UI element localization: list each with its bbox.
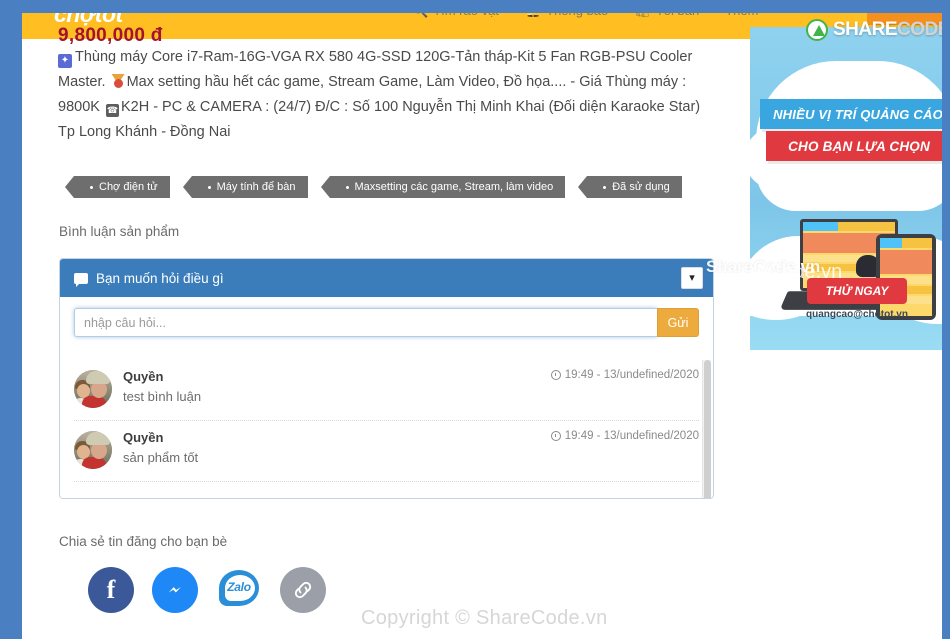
tag-label: Chợ điện tử bbox=[99, 181, 158, 193]
share-facebook-icon[interactable]: f bbox=[88, 567, 134, 613]
comment-bubble-icon bbox=[74, 272, 88, 287]
tag-chip[interactable]: Chợ điện tử bbox=[65, 176, 170, 198]
share-section-title: Chia sẻ tin đăng cho bạn bè bbox=[59, 534, 228, 549]
tag-bullet-icon bbox=[603, 185, 607, 189]
nav-item-more[interactable]: Thêm bbox=[725, 13, 758, 18]
nav-item-search[interactable]: 🔍 Tìm rao vặt bbox=[412, 13, 499, 18]
tag-chip[interactable]: Đã sử dụng bbox=[578, 176, 682, 198]
avatar bbox=[74, 370, 112, 408]
nav-item-notifications[interactable]: 🔔 Thông báo bbox=[525, 13, 608, 18]
nav-label: Thêm bbox=[725, 13, 758, 18]
watermark-copyright: Copyright © ShareCode.vn bbox=[361, 607, 608, 629]
medal-icon bbox=[112, 74, 125, 88]
bag-icon: 🛍 bbox=[634, 13, 651, 17]
page-root: chợtốt 🔍 Tìm rao vặt 🔔 Thông báo 🛍 Tôi b… bbox=[0, 0, 950, 639]
scrollbar-thumb[interactable] bbox=[704, 360, 711, 498]
listing-description: ✦ Thùng máy Core i7-Ram-16G-VGA RX 580 4G… bbox=[58, 45, 718, 145]
tag-bullet-icon bbox=[345, 185, 349, 189]
browser-chrome-right bbox=[942, 0, 950, 639]
description-line-3: K2H - PC & CAMERA : (24/7) Đ/C : Số 100 … bbox=[58, 99, 701, 140]
sharecode-logo: SHARECODE.vn bbox=[806, 19, 942, 41]
share-zalo-icon[interactable]: Zalo bbox=[216, 567, 262, 613]
comments-section-title: Bình luận sản phẩm bbox=[59, 224, 180, 239]
comments-panel-header: Bạn muốn hỏi điều gì ▾ bbox=[60, 259, 713, 297]
copy-link-icon[interactable] bbox=[280, 567, 326, 613]
sharecode-logo-text: SHARECODE.vn bbox=[833, 19, 942, 40]
share-messenger-icon[interactable] bbox=[152, 567, 198, 613]
bell-icon: 🔔 bbox=[525, 13, 541, 17]
comment-text: test bình luận bbox=[123, 389, 202, 404]
comment-item: Quyền sản phẩm tốt 19:49 - 13/undefined/… bbox=[74, 421, 699, 482]
sharecode-mark-icon bbox=[806, 19, 828, 41]
nav-label: Tìm rao vặt bbox=[433, 13, 499, 18]
question-input-row: Gửi bbox=[74, 308, 699, 337]
tag-label: Đã sử dụng bbox=[612, 181, 670, 193]
tag-chip[interactable]: Máy tính để bàn bbox=[182, 176, 308, 198]
tag-bullet-icon bbox=[207, 185, 211, 189]
comment-list: Quyền test bình luận 19:49 - 13/undefine… bbox=[60, 360, 713, 498]
comments-panel-body: Gửi Quyền test bình luận bbox=[60, 308, 713, 498]
header-nav: 🔍 Tìm rao vặt 🔔 Thông báo 🛍 Tôi bán Thêm bbox=[412, 13, 758, 18]
browser-chrome-top bbox=[0, 0, 950, 13]
ad-contact-email: quangcao@chotot.vn bbox=[806, 309, 908, 320]
comment-list-scrollbar[interactable] bbox=[702, 360, 711, 498]
clock-icon bbox=[550, 431, 561, 441]
comment-timestamp: 19:49 - 13/undefined/2020 bbox=[550, 430, 699, 442]
avatar bbox=[74, 431, 112, 469]
nav-label: Thông báo bbox=[546, 13, 608, 18]
comment-time-label: 19:49 - 13/undefined/2020 bbox=[564, 369, 699, 381]
comments-panel-title: Bạn muốn hỏi điều gì bbox=[96, 270, 224, 286]
ad-headline-primary: NHIỀU VỊ TRÍ QUẢNG CÁO bbox=[760, 99, 942, 129]
comment-text: sản phẩm tốt bbox=[123, 450, 199, 465]
clock-icon bbox=[550, 370, 561, 380]
zalo-label: Zalo bbox=[227, 580, 251, 594]
chevron-down-icon[interactable]: ▾ bbox=[681, 267, 703, 289]
tag-bullet-icon bbox=[90, 185, 93, 189]
listing-price: 9,800,000 đ bbox=[58, 25, 163, 46]
ad-tablet-illustration bbox=[876, 234, 936, 320]
tag-label: Máy tính để bàn bbox=[216, 181, 296, 193]
send-question-button[interactable]: Gửi bbox=[657, 308, 699, 337]
nav-item-selling[interactable]: 🛍 Tôi bán bbox=[634, 13, 699, 18]
listing-tags: Chợ điện tử Máy tính để bàn Maxsetting c… bbox=[65, 176, 682, 198]
search-icon: 🔍 bbox=[412, 13, 428, 17]
browser-chrome-left bbox=[0, 0, 22, 639]
tag-chip[interactable]: Maxsetting các game, Stream, làm video bbox=[320, 176, 566, 198]
question-input[interactable] bbox=[74, 308, 657, 337]
comments-panel: Bạn muốn hỏi điều gì ▾ Gửi bbox=[59, 258, 714, 499]
ad-cta-button[interactable]: THỬ NGAY bbox=[807, 278, 907, 304]
share-buttons: f Zalo bbox=[88, 567, 326, 613]
sparkle-icon: ✦ bbox=[58, 54, 72, 68]
page-content: chợtốt 🔍 Tìm rao vặt 🔔 Thông báo 🛍 Tôi b… bbox=[22, 13, 942, 639]
sidebar-ad-banner[interactable]: NHIỀU VỊ TRÍ QUẢNG CÁO CHO BẠN LỰA CHỌN … bbox=[750, 27, 942, 350]
comment-item: Quyền test bình luận 19:49 - 13/undefine… bbox=[74, 360, 699, 421]
phone-icon: ☎ bbox=[105, 104, 119, 117]
tag-label: Maxsetting các game, Stream, làm video bbox=[354, 181, 554, 193]
ad-headline-secondary: CHO BẠN LỰA CHỌN bbox=[766, 131, 942, 161]
nav-label: Tôi bán bbox=[656, 13, 699, 18]
comment-time-label: 19:49 - 13/undefined/2020 bbox=[564, 430, 699, 442]
comment-timestamp: 19:49 - 13/undefined/2020 bbox=[550, 369, 699, 381]
